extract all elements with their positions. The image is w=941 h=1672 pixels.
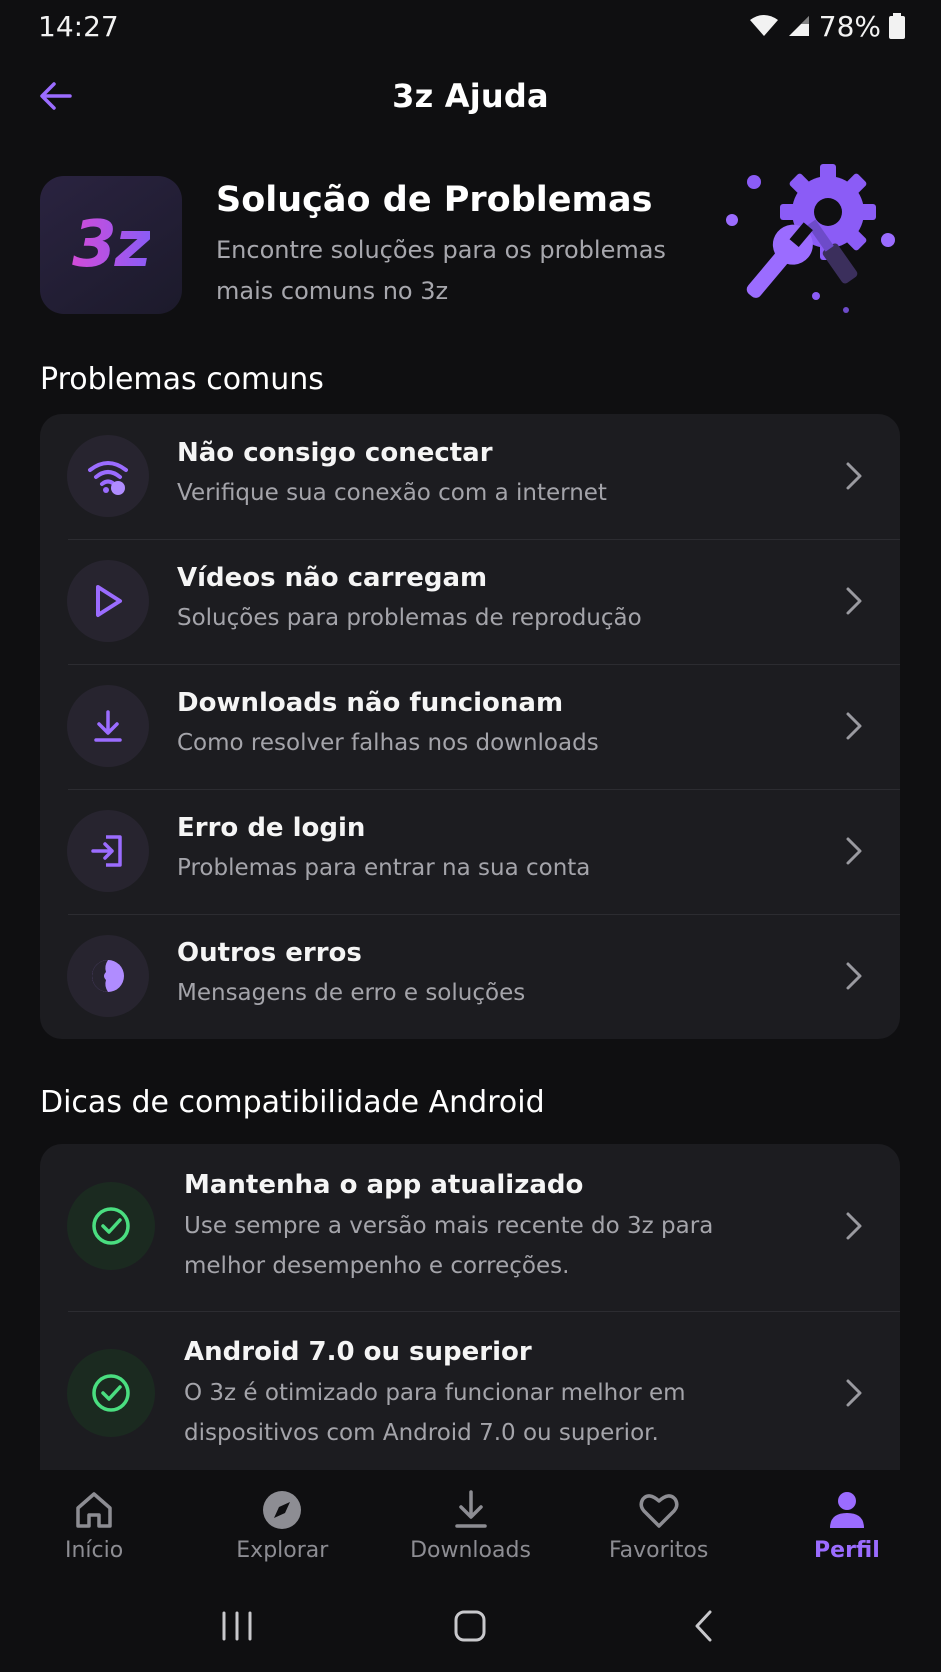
problem-row-downloads[interactable]: Downloads não funcionam Como resolver fa… [40,664,900,789]
tip-description: O 3z é otimizado para funcionar melhor e… [184,1380,686,1446]
battery-icon [889,13,905,39]
chevron-right-icon [846,712,862,740]
login-icon [67,810,149,892]
check-circle-icon [67,1349,155,1437]
tip-row-android-version[interactable]: Android 7.0 ou superior O 3z é otimizado… [40,1311,900,1470]
problem-row-videos[interactable]: Vídeos não carregam Soluções para proble… [40,539,900,664]
home-button[interactable] [440,1596,500,1656]
wifi-error-icon [67,435,149,517]
tip-title: Mantenha o app atualizado [184,1170,584,1200]
error-face-icon [67,935,149,1017]
section-title-common-problems: Problemas comuns [40,362,324,397]
app-logo: 3z [40,176,182,314]
tools-gear-illustration-icon [726,164,895,313]
person-icon [829,1492,864,1528]
nav-item-explorar[interactable]: Explorar [188,1470,376,1580]
problem-row-connect[interactable]: Não consigo conectar Verifique sua conex… [40,414,900,539]
app-header: 3z Ajuda [0,60,941,132]
chevron-right-icon [846,837,862,865]
recent-apps-button[interactable] [207,1596,267,1656]
status-bar: 14:27 78% [0,0,941,52]
common-problems-card: Não consigo conectar Verifique sua conex… [40,414,900,1039]
row-description: Como resolver falhas nos downloads [177,730,599,756]
arrow-left-icon [40,82,72,110]
check-circle-icon [67,1182,155,1270]
tip-title: Android 7.0 ou superior [184,1337,532,1367]
chevron-right-icon [846,1379,862,1407]
home-icon [76,1492,112,1528]
chevron-left-icon [695,1610,712,1642]
nav-item-inicio[interactable]: Início [0,1470,188,1580]
heart-icon [639,1494,679,1528]
nav-label: Início [64,1538,124,1563]
row-title: Vídeos não carregam [177,563,488,593]
compass-icon [263,1491,302,1529]
problem-row-login[interactable]: Erro de login Problemas para entrar na s… [40,789,900,914]
play-icon [67,560,149,642]
nav-label: Downloads [410,1538,531,1563]
nav-label: Perfil [814,1538,880,1563]
row-description: Verifique sua conexão com a internet [177,480,607,506]
status-icons: 78% [749,10,905,43]
android-tips-card: Mantenha o app atualizado Use sempre a v… [40,1144,900,1470]
logo-text: 3z [72,208,152,282]
row-title: Não consigo conectar [177,438,493,468]
nav-item-perfil[interactable]: Perfil [753,1470,941,1580]
wifi-icon [749,15,778,36]
recent-apps-icon [222,1611,252,1641]
status-time: 14:27 [38,9,119,43]
back-button[interactable] [36,76,76,116]
home-square-icon [454,1610,486,1642]
chevron-right-icon [846,1212,862,1240]
row-title: Outros erros [177,938,362,968]
download-icon [67,685,149,767]
nav-label: Explorar [236,1538,329,1563]
row-description: Problemas para entrar na sua conta [177,855,591,881]
chevron-right-icon [846,962,862,990]
row-description: Mensagens de erro e soluções [177,980,526,1006]
nav-item-favoritos[interactable]: Favoritos [565,1470,753,1580]
bottom-navigation: Início Explorar Downloads Favoritos Perf… [0,1470,941,1580]
section-title-android-tips: Dicas de compatibilidade Android [40,1085,545,1120]
row-title: Downloads não funcionam [177,688,564,718]
page-title: 3z Ajuda [392,77,549,115]
nav-label: Favoritos [609,1538,709,1563]
hero-title: Solução de Problemas [216,180,653,220]
nav-item-downloads[interactable]: Downloads [376,1470,564,1580]
row-title: Erro de login [177,813,366,843]
battery-percent: 78% [818,9,881,43]
system-back-button[interactable] [674,1596,734,1656]
row-description: Soluções para problemas de reprodução [177,605,642,631]
chevron-right-icon [846,462,862,490]
tip-row-update-app[interactable]: Mantenha o app atualizado Use sempre a v… [40,1144,900,1311]
signal-icon [788,16,809,36]
problem-row-other-errors[interactable]: Outros erros Mensagens de erro e soluçõe… [40,914,900,1039]
chevron-right-icon [846,587,862,615]
hero-subtitle: Encontre soluções para os problemas mais… [216,236,666,305]
system-navigation-bar [0,1580,941,1672]
download-icon [454,1490,487,1528]
tip-description: Use sempre a versão mais recente do 3z p… [184,1213,714,1279]
